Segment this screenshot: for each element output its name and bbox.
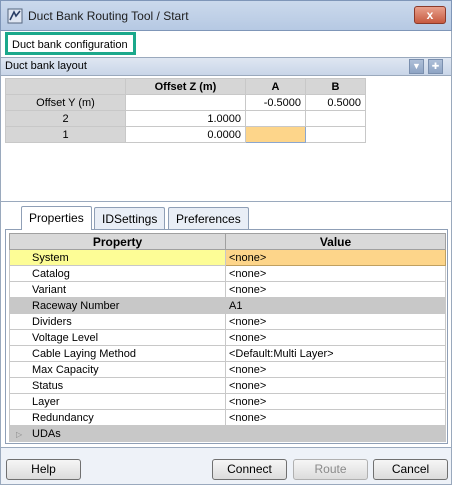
grid-cell[interactable]: 0.0000 [125,126,246,143]
pin-icon[interactable]: ✚ [428,59,443,74]
property-value[interactable]: <none> [225,313,446,330]
value-column-header: Value [225,233,446,250]
property-name: Layer [9,393,226,410]
property-value[interactable]: <none> [225,329,446,346]
connect-button[interactable]: Connect [212,459,287,480]
window-title: Duct Bank Routing Tool / Start [28,9,189,23]
property-group-label: UDAs [32,427,61,440]
property-row[interactable]: Voltage Level <none> [9,329,446,346]
property-row[interactable]: Variant <none> [9,281,446,298]
close-button[interactable]: x [414,6,446,24]
tab-idsettings[interactable]: IDSettings [94,207,166,229]
tab-properties[interactable]: Properties [21,206,92,230]
tab-preferences[interactable]: Preferences [168,207,249,229]
collapse-icon[interactable]: ▼ [409,59,424,74]
grid-cell[interactable] [305,110,366,127]
property-row[interactable]: Redundancy <none> [9,409,446,426]
property-name: System [9,249,226,266]
property-row[interactable]: Status <none> [9,377,446,394]
property-row[interactable]: Catalog <none> [9,265,446,282]
property-value[interactable]: <none> [225,361,446,378]
property-value [225,425,446,442]
grid-header-b: B [305,78,366,95]
grid-header-offset-z: Offset Z (m) [125,78,246,95]
cancel-button[interactable]: Cancel [373,459,448,480]
grid-cell[interactable] [125,94,246,111]
grid-header-a: A [245,78,306,95]
property-name: Dividers [9,313,226,330]
property-name: Status [9,377,226,394]
tabs-area: Properties IDSettings Preferences Proper… [0,202,452,447]
property-name: Variant [9,281,226,298]
property-value[interactable]: <none> [225,393,446,410]
grid-cell-selected[interactable] [245,126,306,143]
layout-header-label: Duct bank layout [5,60,87,72]
property-value[interactable]: <none> [225,281,446,298]
property-row[interactable]: Dividers <none> [9,313,446,330]
help-button[interactable]: Help [6,459,81,480]
expand-icon[interactable]: ▷ [16,430,26,439]
properties-panel: Property Value System <none> Catalog <no… [5,229,448,444]
property-group-row[interactable]: ▷ UDAs [9,425,446,442]
property-name: Raceway Number [9,297,226,314]
property-value[interactable]: <none> [225,377,446,394]
grid-corner [5,78,126,95]
property-name: Voltage Level [9,329,226,346]
layout-grid-area: Offset Z (m) A B Offset Y (m) -0.5000 0.… [0,76,452,202]
config-row: Duct bank configuration [0,31,452,57]
property-row[interactable]: Layer <none> [9,393,446,410]
property-value[interactable]: A1 [225,297,446,314]
property-name: Cable Laying Method [9,345,226,362]
grid-row-header: 2 [5,110,126,127]
property-row[interactable]: Cable Laying Method <Default:Multi Layer… [9,345,446,362]
property-value[interactable]: <none> [225,249,446,266]
duct-bank-configuration-label[interactable]: Duct bank configuration [5,32,136,55]
app-icon [7,8,23,24]
property-row[interactable]: System <none> [9,249,446,266]
grid-row-header: 1 [5,126,126,143]
property-value[interactable]: <none> [225,409,446,426]
property-column-header: Property [9,233,226,250]
route-button[interactable]: Route [293,459,368,480]
grid-cell[interactable] [305,126,366,143]
property-name: Redundancy [9,409,226,426]
property-row[interactable]: Raceway Number A1 [9,297,446,314]
property-group-name[interactable]: ▷ UDAs [9,425,226,442]
property-name: Max Capacity [9,361,226,378]
property-value[interactable]: <Default:Multi Layer> [225,345,446,362]
layout-header: Duct bank layout ▼ ✚ [0,57,452,76]
property-grid: Property Value System <none> Catalog <no… [9,233,446,442]
grid-cell[interactable]: -0.5000 [245,94,306,111]
grid-cell[interactable] [245,110,306,127]
title-bar: Duct Bank Routing Tool / Start x [0,0,452,31]
footer: Help Connect Route Cancel [0,447,452,485]
grid-row-header: Offset Y (m) [5,94,126,111]
layout-grid: Offset Z (m) A B Offset Y (m) -0.5000 0.… [5,78,366,143]
property-name: Catalog [9,265,226,282]
grid-cell[interactable]: 1.0000 [125,110,246,127]
grid-cell[interactable]: 0.5000 [305,94,366,111]
property-row[interactable]: Max Capacity <none> [9,361,446,378]
property-value[interactable]: <none> [225,265,446,282]
